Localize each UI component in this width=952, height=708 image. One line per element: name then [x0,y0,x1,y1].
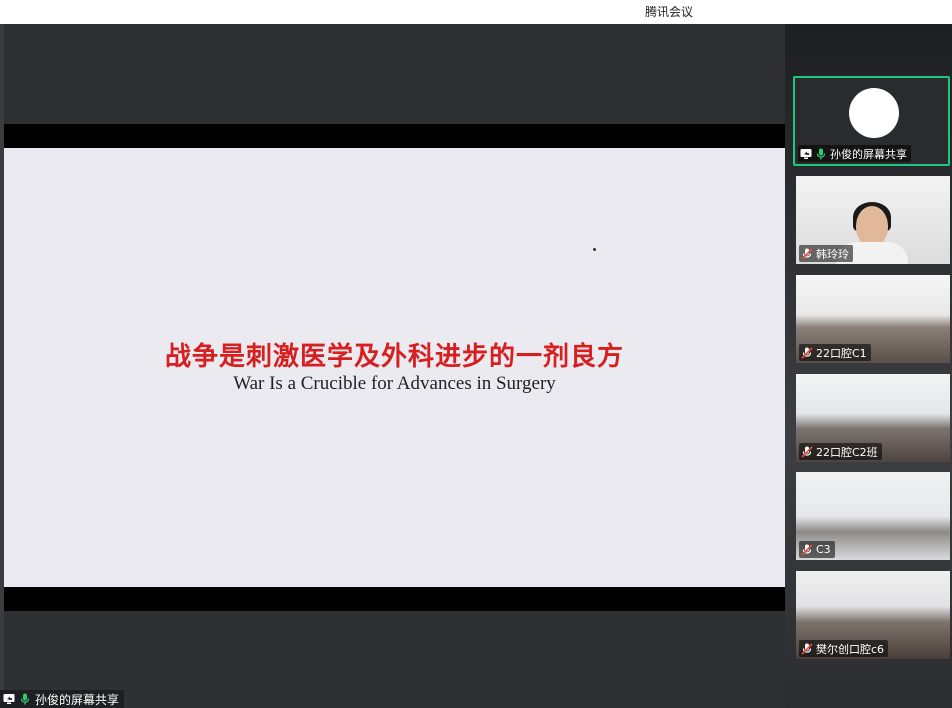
participant-label: 韩玲玲 [799,245,853,262]
mic-muted-icon [801,642,813,655]
participant-name: 樊尔创口腔c6 [816,642,885,656]
participant-name: C3 [816,543,831,556]
slide-title-chinese: 战争是刺激医学及外科进步的一剂良方 [164,342,624,372]
screen-share-indicator: 孙俊的屏幕共享 [0,690,125,708]
participant-tile[interactable]: 樊尔创口腔c6 [796,571,950,659]
letterbox-bottom [4,587,785,611]
app-title: 腾讯会议 [645,5,694,19]
mic-on-icon [816,148,826,159]
title-bar: 腾讯会议 [0,0,952,24]
participant-tile-screen-share[interactable]: 孙俊的屏幕共享 [793,76,950,166]
shared-slide: 战争是刺激医学及外科进步的一剂良方 War Is a Crucible for … [4,148,785,587]
share-indicator-label: 孙俊的屏幕共享 [35,692,120,707]
screen-share-icon [800,148,812,159]
mic-muted-icon [801,543,813,556]
person-face [856,206,888,246]
mic-on-icon [20,693,30,705]
participant-name: 韩玲玲 [816,247,849,261]
participant-label: C3 [799,541,835,558]
participant-tile[interactable]: 韩玲玲 [796,176,950,264]
participant-tile[interactable]: 22口腔C1 [796,275,950,363]
slide-dot [593,248,596,251]
participant-label: 22口腔C1 [799,344,871,361]
screen-share-icon [3,694,15,704]
participant-tile[interactable]: C3 [796,472,950,560]
participant-label: 22口腔C2班 [799,443,882,460]
mic-muted-icon [801,247,813,260]
participant-tile[interactable]: 22口腔C2班 [796,374,950,462]
participant-name: 22口腔C1 [816,346,867,360]
letterbox-top [4,124,785,148]
participant-label: 孙俊的屏幕共享 [798,145,911,162]
participant-label: 樊尔创口腔c6 [799,640,889,657]
participant-name: 22口腔C2班 [816,445,878,459]
mic-muted-icon [801,445,813,458]
avatar [849,88,899,138]
slide-title-english: War Is a Crucible for Advances in Surger… [233,373,556,394]
mic-muted-icon [801,346,813,359]
participant-name: 孙俊的屏幕共享 [830,147,907,161]
